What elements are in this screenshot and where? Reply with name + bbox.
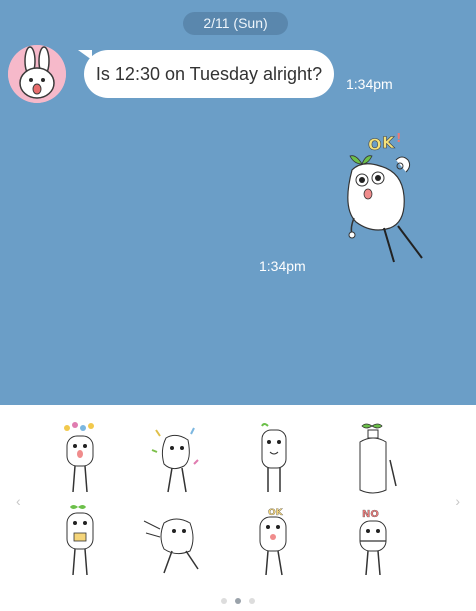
svg-text:NO: NO xyxy=(362,509,379,520)
sticker-confetti[interactable] xyxy=(142,420,212,498)
page-dot[interactable] xyxy=(249,598,255,604)
chat-area: 2/11 (Sun) Is 12:30 on Tuesday alright? … xyxy=(0,0,476,405)
date-label: 2/11 (Sun) xyxy=(183,12,288,35)
sticker-hug[interactable] xyxy=(45,503,115,581)
chevron-left-icon[interactable]: ‹ xyxy=(16,493,21,509)
svg-text:O: O xyxy=(368,135,382,154)
page-dot[interactable] xyxy=(221,598,227,604)
sticker-panel: ‹ › OK NO xyxy=(0,405,476,611)
chevron-right-icon[interactable]: › xyxy=(455,493,460,509)
sticker-ok[interactable]: OK xyxy=(238,503,308,581)
sticker-dash[interactable] xyxy=(142,503,212,581)
sticker-time: 1:34pm xyxy=(259,258,306,274)
sticker-sweat[interactable] xyxy=(238,420,308,498)
sticker-happy-flowers[interactable] xyxy=(45,420,115,498)
page-indicator xyxy=(0,598,476,604)
svg-text:!: ! xyxy=(396,131,401,145)
message-time: 1:34pm xyxy=(346,76,393,92)
bunny-icon xyxy=(8,45,66,103)
avatar[interactable] xyxy=(8,45,66,103)
svg-text:K: K xyxy=(382,133,395,152)
page-dot-active[interactable] xyxy=(235,598,241,604)
ok-sticker[interactable]: O K ! xyxy=(340,128,440,278)
message-bubble[interactable]: Is 12:30 on Tuesday alright? xyxy=(84,50,334,98)
sticker-no[interactable]: NO xyxy=(338,503,408,581)
sticker-bottle[interactable] xyxy=(338,420,408,498)
